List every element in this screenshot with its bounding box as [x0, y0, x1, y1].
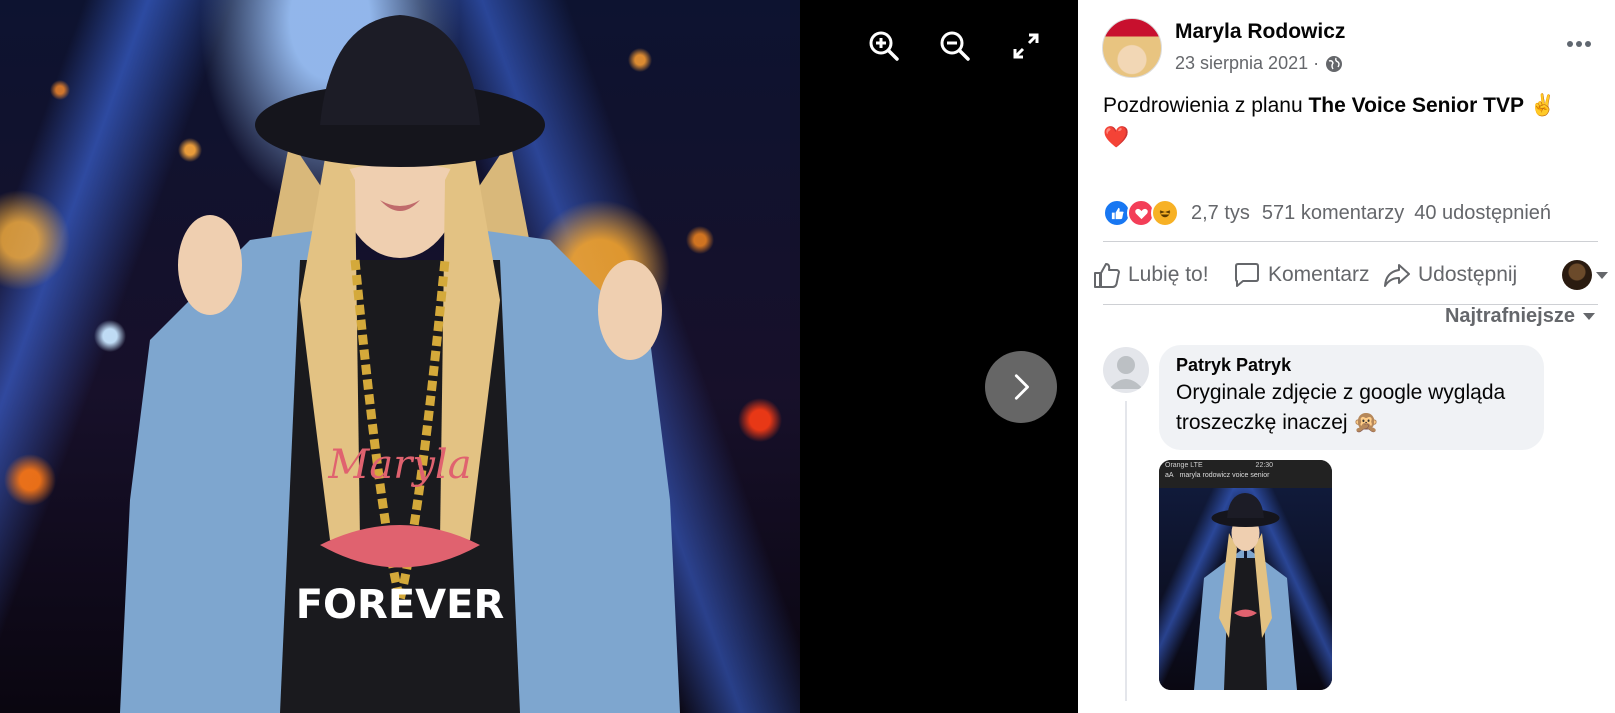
- screenshot-url: maryla rodowicz voice senior: [1179, 472, 1270, 479]
- share-button[interactable]: Udostępnij: [1378, 252, 1543, 298]
- post-side-panel: Maryla Rodowicz 23 sierpnia 2021 · Pozdr…: [1078, 0, 1615, 713]
- screenshot-aa: aA: [1165, 472, 1174, 479]
- post-text-page-link[interactable]: The Voice Senior TVP: [1308, 94, 1524, 117]
- shirt-brand-text: Maryla: [327, 442, 471, 488]
- post-actions: Lubię to! Komentarz Udostępnij: [1088, 250, 1608, 300]
- post-text-emoji: ✌️: [1523, 94, 1556, 117]
- divider: [1103, 241, 1598, 242]
- comment-thread-line: [1125, 401, 1127, 701]
- like-button-label: Lubię to!: [1128, 263, 1209, 286]
- reaction-count[interactable]: 2,7 tys: [1191, 202, 1250, 225]
- post-date: 23 sierpnia 2021 ·: [1175, 53, 1343, 74]
- reactions-bar: 2,7 tys 571 komentarzy 40 udostępnień: [1103, 196, 1598, 230]
- comment-text: Oryginale zdjęcie z google wygląda trosz…: [1176, 381, 1506, 434]
- screenshot-status-bar: Orange LTE 22:30 aA maryla rodowicz voic…: [1159, 460, 1332, 488]
- next-photo-button[interactable]: [985, 351, 1057, 423]
- comment-attachment-image[interactable]: Orange LTE 22:30 aA maryla rodowicz voic…: [1159, 460, 1332, 690]
- zoom-out-button[interactable]: [937, 28, 973, 64]
- author-avatar[interactable]: [1102, 18, 1162, 78]
- screenshot-time: 22:30: [1255, 462, 1274, 469]
- share-icon: [1384, 264, 1410, 287]
- photo-viewer: Maryla FOREVER: [0, 0, 1078, 713]
- chevron-right-icon: [1014, 374, 1029, 400]
- comment-bubble: Patryk Patryk Oryginale zdjęcie z google…: [1159, 345, 1544, 450]
- zoom-out-icon: [940, 31, 970, 61]
- comment-button-label: Komentarz: [1268, 263, 1370, 286]
- caret-down-icon: [1596, 271, 1608, 279]
- post-photo[interactable]: Maryla FOREVER: [0, 0, 800, 713]
- screenshot-photo: [1159, 488, 1332, 690]
- user-avatar: [1562, 260, 1592, 290]
- post-text-prefix: Pozdrowienia z planu: [1103, 94, 1309, 117]
- comment-sort-label: Najtrafniejsze: [1444, 305, 1575, 327]
- post-text-heart: ❤️: [1103, 126, 1130, 149]
- globe-icon: [1326, 55, 1343, 72]
- comment-sort-dropdown[interactable]: Najtrafniejsze: [1445, 305, 1595, 328]
- screenshot-carrier: Orange LTE: [1165, 462, 1203, 469]
- post-header: Maryla Rodowicz 23 sierpnia 2021 ·: [1102, 18, 1597, 80]
- share-button-label: Udostępnij: [1418, 263, 1518, 286]
- default-avatar-icon: [1109, 356, 1143, 389]
- reaction-icons[interactable]: [1103, 199, 1179, 227]
- post-text: Pozdrowienia z planu The Voice Senior TV…: [1103, 90, 1593, 154]
- like-button[interactable]: Lubię to!: [1088, 252, 1228, 298]
- haha-reaction-icon: [1151, 199, 1179, 227]
- expand-icon: [1013, 33, 1039, 59]
- reaction-as-selector[interactable]: [1562, 260, 1608, 290]
- comment-button[interactable]: Komentarz: [1228, 252, 1378, 298]
- thumbs-up-icon: [1094, 263, 1120, 288]
- fullscreen-button[interactable]: [1008, 28, 1044, 64]
- commenter-name[interactable]: Patryk Patryk: [1176, 355, 1528, 376]
- post-date-text[interactable]: 23 sierpnia 2021 ·: [1175, 53, 1319, 74]
- shirt-slogan-text: FOREVER: [296, 582, 505, 628]
- zoom-in-icon: [869, 31, 899, 61]
- author-name[interactable]: Maryla Rodowicz: [1175, 20, 1345, 44]
- comments-count[interactable]: 571 komentarzy: [1262, 202, 1404, 225]
- zoom-in-button[interactable]: [866, 28, 902, 64]
- more-options-icon[interactable]: [1561, 32, 1597, 56]
- photo-subject: Maryla FOREVER: [120, 15, 680, 713]
- comment-icon: [1235, 263, 1259, 287]
- commenter-avatar[interactable]: [1103, 347, 1149, 393]
- shares-count[interactable]: 40 udostępnień: [1414, 202, 1551, 225]
- caret-down-icon: [1583, 313, 1595, 320]
